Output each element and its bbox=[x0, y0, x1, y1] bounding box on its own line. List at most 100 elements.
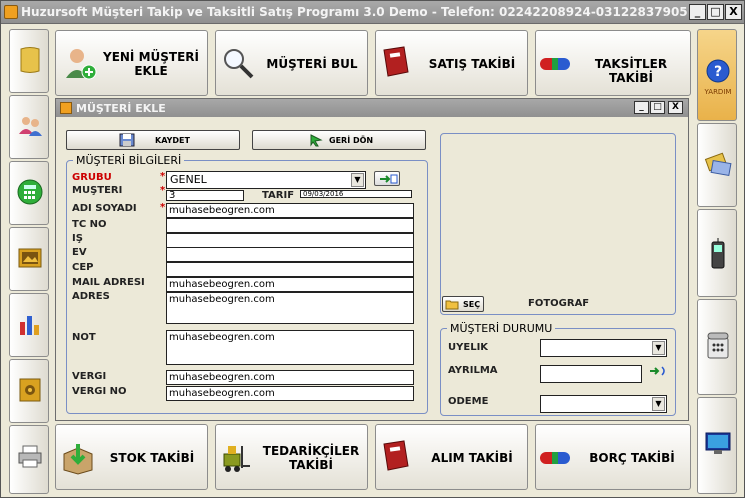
sales-tracking-button[interactable]: SATIŞ TAKİBİ bbox=[375, 30, 528, 96]
save-button[interactable]: KAYDET bbox=[66, 130, 240, 150]
tc-no-label: TC NO bbox=[72, 219, 107, 230]
dialog-icon bbox=[60, 102, 72, 114]
back-label: GERİ DÖN bbox=[329, 136, 374, 145]
name-label: ADI SOYADI bbox=[72, 203, 137, 214]
forklift-icon bbox=[223, 446, 250, 472]
sidebar-users-button[interactable] bbox=[9, 95, 49, 159]
help-button[interactable]: ? YARDIM bbox=[697, 29, 737, 121]
sidebar-telephone-button[interactable] bbox=[697, 299, 737, 395]
box-arrow-icon bbox=[63, 444, 93, 475]
tc-no-field[interactable] bbox=[166, 218, 414, 233]
note-field[interactable]: muhasebeogren.com bbox=[166, 330, 414, 365]
mail-address-field[interactable]: muhasebeogren.com bbox=[166, 277, 414, 292]
app-icon bbox=[4, 5, 18, 19]
membership-label: ÜYELİK bbox=[448, 342, 489, 353]
customer-info-legend: MÜŞTERİ BİLGİLERİ bbox=[76, 154, 182, 167]
app-window: Huzursoft Müşteri Takip ve Taksitli Satı… bbox=[0, 0, 745, 498]
work-phone-field[interactable] bbox=[166, 233, 414, 248]
arrow-refresh-icon[interactable] bbox=[648, 365, 668, 377]
payment-select[interactable]: ▼ bbox=[540, 395, 667, 413]
save-icon bbox=[119, 133, 135, 147]
suppliers-tracking-button[interactable]: TEDARİKÇİLER TAKİBİ bbox=[215, 424, 368, 490]
left-sidebar bbox=[9, 29, 49, 494]
calculator-icon bbox=[17, 179, 43, 205]
dialog-minimize-button[interactable]: _ bbox=[634, 101, 649, 114]
name-field[interactable]: muhasebeogren.com bbox=[166, 203, 414, 218]
photo-frame bbox=[440, 133, 676, 315]
note-label: NOT bbox=[72, 332, 96, 343]
add-group-button[interactable] bbox=[374, 171, 400, 186]
tax-office-field[interactable]: muhasebeogren.com bbox=[166, 370, 414, 385]
suppliers-tracking-label: TEDARİKÇİLER TAKİBİ bbox=[262, 444, 360, 472]
pill-capsule-icon bbox=[540, 452, 570, 464]
mobile-phone-field[interactable] bbox=[166, 262, 414, 277]
find-customer-button[interactable]: MÜŞTERİ BUL bbox=[215, 30, 368, 96]
group-select-value: GENEL bbox=[170, 173, 207, 186]
back-arrow-icon bbox=[310, 134, 323, 147]
group-select[interactable]: GENEL ▼ bbox=[166, 171, 366, 189]
chevron-down-icon: ▼ bbox=[351, 173, 364, 187]
photo-select-button[interactable]: SEÇ bbox=[442, 296, 484, 312]
minimize-button[interactable]: _ bbox=[689, 4, 706, 20]
picture-icon bbox=[18, 248, 42, 268]
tax-no-field[interactable]: muhasebeogren.com bbox=[166, 386, 414, 401]
address-field[interactable]: muhasebeogren.com bbox=[166, 292, 414, 324]
svg-text:?: ? bbox=[714, 64, 722, 80]
dialog-maximize-button[interactable]: □ bbox=[650, 101, 665, 114]
date-label: TARİF bbox=[262, 190, 295, 201]
users-icon bbox=[19, 117, 42, 136]
sidebar-image-button[interactable] bbox=[9, 227, 49, 291]
folder-icon bbox=[445, 300, 459, 310]
chevron-down-icon: ▼ bbox=[652, 397, 665, 411]
red-book-icon bbox=[383, 46, 409, 77]
bar-chart-icon bbox=[20, 316, 39, 335]
debt-tracking-button[interactable]: BORÇ TAKİBİ bbox=[535, 424, 691, 490]
chevron-down-icon: ▼ bbox=[652, 341, 665, 355]
membership-date-select[interactable]: ▼ bbox=[540, 339, 667, 357]
sales-tracking-label: SATIŞ TAKİBİ bbox=[428, 57, 516, 71]
dialog-close-button[interactable]: X bbox=[668, 101, 683, 114]
customer-no-field[interactable]: 3 bbox=[166, 190, 244, 201]
back-button[interactable]: GERİ DÖN bbox=[252, 130, 426, 150]
payment-label: ÖDEME bbox=[448, 396, 489, 407]
installments-tracking-label: TAKSİTLER TAKİBİ bbox=[594, 57, 668, 85]
sidebar-notes-button[interactable] bbox=[9, 29, 49, 93]
magnifier-icon bbox=[224, 49, 254, 79]
customer-no-required-star: * bbox=[160, 185, 166, 196]
maximize-button[interactable]: □ bbox=[707, 4, 724, 20]
group-label: GRUBU bbox=[72, 172, 112, 183]
purchase-tracking-button[interactable]: ALIM TAKİBİ bbox=[375, 424, 528, 490]
money-icon bbox=[704, 152, 732, 177]
installments-tracking-button[interactable]: TAKSİTLER TAKİBİ bbox=[535, 30, 691, 96]
date-field[interactable]: 09/03/2016 bbox=[300, 190, 412, 198]
find-customer-label: MÜŞTERİ BUL bbox=[266, 57, 358, 71]
sidebar-calculator-button[interactable] bbox=[9, 161, 49, 225]
home-phone-label: EV bbox=[72, 247, 87, 258]
home-phone-field[interactable] bbox=[166, 247, 414, 262]
sidebar-phone-button[interactable] bbox=[697, 209, 737, 297]
customer-status-legend: MÜŞTERİ DURUMU bbox=[450, 322, 553, 335]
name-required-star: * bbox=[160, 202, 166, 213]
purchase-tracking-label: ALIM TAKİBİ bbox=[431, 451, 513, 465]
separation-field[interactable] bbox=[540, 365, 642, 383]
arrow-add-icon bbox=[380, 174, 398, 184]
sidebar-safe-button[interactable] bbox=[9, 359, 49, 423]
group-required-star: * bbox=[160, 171, 166, 182]
new-customer-button[interactable]: YENİ MÜŞTERİ EKLE bbox=[55, 30, 208, 96]
sidebar-reports-button[interactable] bbox=[9, 293, 49, 357]
debt-tracking-label: BORÇ TAKİBİ bbox=[589, 451, 675, 465]
close-button[interactable]: X bbox=[725, 4, 742, 20]
right-sidebar: ? YARDIM bbox=[697, 29, 737, 494]
mobile-phone-icon bbox=[711, 238, 725, 269]
title-bar: Huzursoft Müşteri Takip ve Taksitli Satı… bbox=[1, 1, 744, 24]
printer-icon bbox=[18, 445, 42, 468]
sidebar-monitor-button[interactable] bbox=[697, 397, 737, 494]
photo-label: FOTOĞRAF bbox=[528, 298, 590, 309]
user-add-icon bbox=[66, 49, 97, 80]
mobile-phone-label: CEP bbox=[72, 262, 94, 273]
stock-tracking-button[interactable]: STOK TAKİBİ bbox=[55, 424, 208, 490]
add-customer-dialog: MÜŞTERİ EKLE _ □ X KAYDET GERİ DÖN MÜŞTE… bbox=[55, 98, 689, 421]
window-title: Huzursoft Müşteri Takip ve Taksitli Satı… bbox=[21, 5, 688, 19]
sidebar-money-button[interactable] bbox=[697, 123, 737, 207]
sidebar-print-button[interactable] bbox=[9, 425, 49, 494]
